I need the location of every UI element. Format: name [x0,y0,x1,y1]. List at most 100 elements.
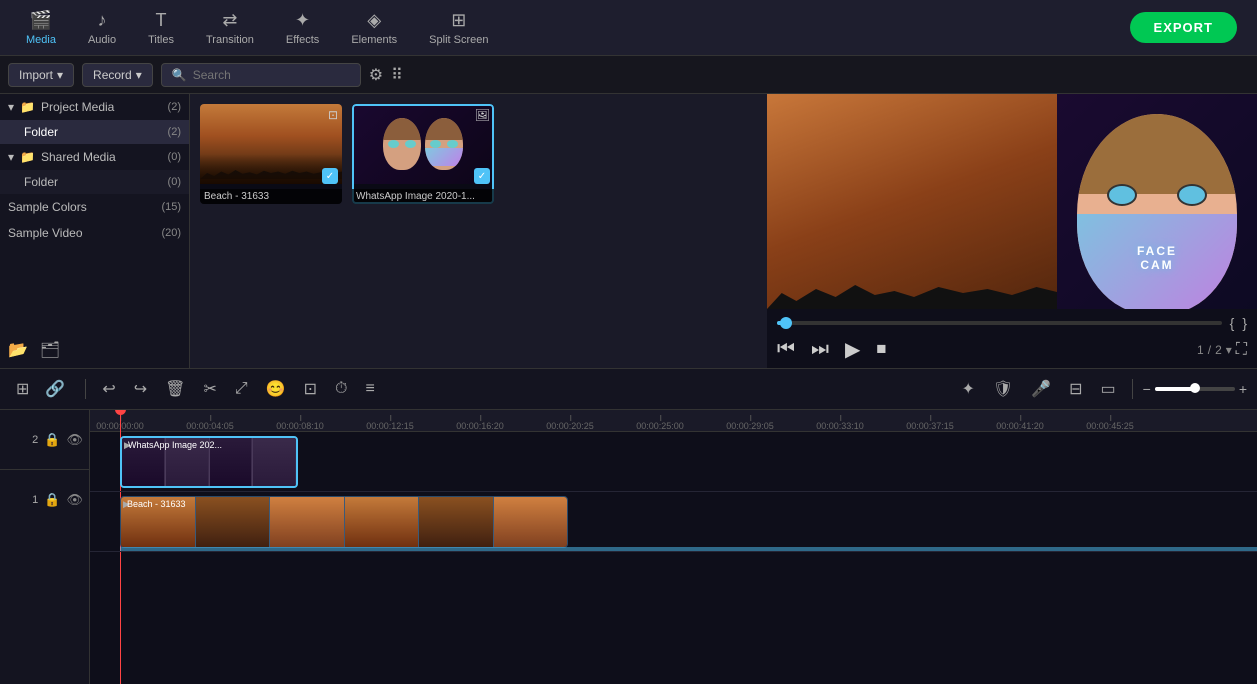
tab-audio[interactable]: ♪ Audio [74,4,130,52]
ruler-mark-10: 00:00:41:20 [996,421,1044,431]
add-track-button[interactable]: ⊞ [10,376,35,402]
redo-button[interactable]: ↪ [128,375,153,403]
image-corner-icon: 🖼 [475,108,490,122]
track1-lock-button[interactable]: 🔒 [44,492,60,508]
track1-label: 1 [32,494,38,506]
import-button[interactable]: Import ▾ [8,63,74,87]
tab-transition[interactable]: ⇄ Transition [192,4,268,52]
bracket-end-button[interactable]: } [1242,315,1247,331]
tab-media-label: Media [26,34,56,46]
track2-row: ▶ WhatsApp Image 202... [90,432,1257,492]
progress-track[interactable] [777,321,1222,325]
tab-titles[interactable]: T Titles [134,4,188,52]
timeline-ruler: 00:00:00:00 00:00:04:05 00:00:08:10 00:0… [90,410,1257,432]
tab-splitscreen[interactable]: ⊞ Split Screen [415,4,502,52]
tab-transition-label: Transition [206,34,254,46]
add-folder-button[interactable]: 📂 [8,340,28,360]
undo-button[interactable]: ↩ [96,375,121,403]
timeline-tracks-left: 2 🔒 👁 1 🔒 👁 [0,410,90,684]
avatar-body: FACECAM [1077,214,1237,309]
subtitle-button[interactable]: ▭ [1095,375,1122,403]
page-separator: / [1208,343,1211,357]
project-media-label: Project Media [41,100,114,114]
frame-back-button[interactable]: ⏭ [811,338,829,361]
beach-clip[interactable]: ▶ Beach - 31633 [120,496,568,548]
shield-button[interactable]: 🛡 [987,375,1019,403]
bracket-start-button[interactable]: { [1230,315,1235,331]
sidebar-bottom-icons: 📂 🗂 [0,332,189,368]
media-icon: 🎬 [30,10,52,31]
media-item-beach[interactable]: ⊡ ✓ Beach - 31633 [200,104,342,204]
page-indicator: 1 / 2 ▾ ⛶ [1197,341,1247,359]
play-button[interactable]: ▶ [845,337,860,362]
zoom-out-button[interactable]: − [1143,381,1151,397]
sidebar-section-project-media[interactable]: ▾ 📁 Project Media (2) [0,94,189,120]
folder-shared-label: Folder [24,175,58,189]
magic-button[interactable]: ✦ [955,375,980,403]
track1-row: ▶ Beach - 31633 [90,492,1257,552]
search-box[interactable]: 🔍 [161,63,361,87]
ruler-mark-3: 00:00:12:15 [366,421,414,431]
sidebar-item-sample-colors[interactable]: Sample Colors (15) [0,194,189,220]
tab-elements[interactable]: ◈ Elements [337,4,411,52]
tab-titles-label: Titles [148,34,174,46]
tab-media[interactable]: 🎬 Media [12,4,70,52]
search-icon: 🔍 [172,68,187,82]
ruler-mark-11: 00:00:45:25 [1086,421,1134,431]
sidebar-item-folder-proj[interactable]: Folder (2) [0,120,189,144]
zoom-thumb [1190,383,1200,393]
sidebar-section-shared-media[interactable]: ▾ 📁 Shared Media (0) [0,144,189,170]
ruler-mark-5: 00:00:20:25 [546,421,594,431]
project-media-count: (2) [168,101,181,113]
record-button[interactable]: Record ▾ [82,63,153,87]
sample-colors-count: (15) [161,201,181,213]
select-button[interactable]: ⊡ [298,375,323,403]
page-chevron-icon: ▾ [1226,343,1232,357]
track2-eye-button[interactable]: 👁 [66,432,83,448]
step-back-button[interactable]: ⏮ [777,338,795,361]
settings-button[interactable]: ≡ [359,376,380,402]
zoom-controls: − + [1143,381,1247,397]
ruler-mark-2: 00:00:08:10 [276,421,324,431]
grid-view-button[interactable]: ⠿ [391,65,403,85]
delete-button[interactable]: 🗑 [159,375,191,403]
caption-button[interactable]: ⊟ [1063,375,1088,403]
zoom-in-button[interactable]: + [1239,381,1247,397]
cut-button[interactable]: ✂ [197,375,222,403]
tab-effects[interactable]: ✦ Effects [272,4,333,52]
crop-button[interactable]: ⤢ [229,376,254,402]
timer-button[interactable]: ⏱ [329,376,353,402]
sample-video-count: (20) [161,227,181,239]
track2-lock-button[interactable]: 🔒 [44,432,60,448]
link-track-button[interactable]: 🔗 [39,376,71,402]
export-button[interactable]: EXPORT [1130,12,1237,43]
filter-button[interactable]: ⚙ [369,65,383,85]
emoji-button[interactable]: 😊 [260,375,292,403]
divider-2 [1132,379,1133,399]
ruler-mark-1: 00:00:04:05 [186,421,234,431]
stop-button[interactable]: ⏹ [876,338,886,361]
zoom-slider[interactable] [1155,387,1235,391]
sidebar-item-sample-video[interactable]: Sample Video (20) [0,220,189,246]
track1-num-icon: 1 [32,494,38,506]
whatsapp-check-badge: ✓ [474,168,490,184]
track1-eye-button[interactable]: 👁 [66,492,83,508]
whatsapp-clip[interactable]: ▶ WhatsApp Image 202... [120,436,298,488]
avatar-hair [1077,114,1237,194]
mic-button[interactable]: 🎤 [1025,375,1057,403]
new-folder-button[interactable]: 🗂 [40,340,60,360]
video-corner-icon: ⊡ [328,108,338,122]
transition-icon: ⇄ [222,10,237,31]
preview-avatar-overlay: FACECAM [1057,94,1257,309]
sidebar-item-folder-shared[interactable]: Folder (0) [0,170,189,194]
timeline-tracks: ▶ WhatsApp Image 202... ▶ Beach - 31633 [90,432,1257,684]
search-input[interactable] [193,68,350,82]
folder-shared-icon: 📁 [20,150,35,164]
ruler-mark-7: 00:00:29:05 [726,421,774,431]
shared-media-count: (0) [168,151,181,163]
preview-controls: { } ⏮ ⏭ ▶ ⏹ 1 / 2 ▾ ⛶ [767,309,1257,368]
media-item-whatsapp[interactable]: 🖼 ✓ WhatsApp Image 2020-1... [352,104,494,204]
avatar-eye-right [1177,184,1207,206]
fullscreen-button[interactable]: ⛶ [1236,341,1247,359]
preview-panel: FACECAM { } ⏮ ⏭ ▶ ⏹ [767,94,1257,368]
